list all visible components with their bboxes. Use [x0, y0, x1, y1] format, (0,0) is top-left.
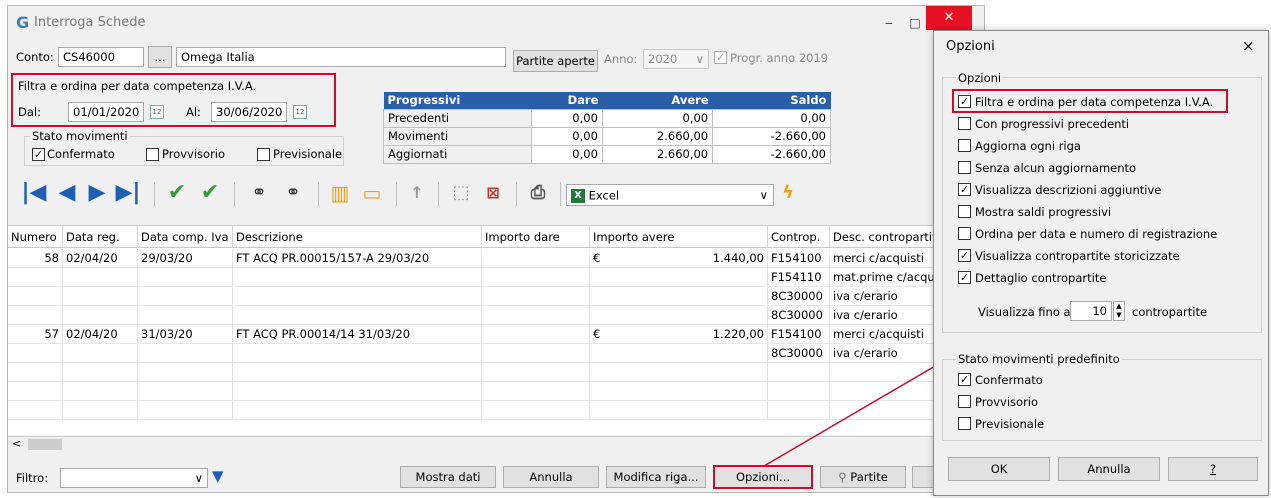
option-item[interactable]: ✓ Visualizza descrizioni aggiuntive [958, 183, 1248, 205]
option-item[interactable]: Con progressivi precedenti [958, 117, 1248, 139]
stato-predefinito-item[interactable]: Provvisorio [958, 395, 1158, 417]
visualizza-fino-suffix: contropartite [1132, 305, 1208, 319]
stato-checkbox[interactable] [958, 417, 971, 430]
stato-checkbox[interactable] [958, 395, 971, 408]
option-checkbox[interactable]: ✓ [958, 95, 971, 108]
option-label: Con progressivi precedenti [975, 117, 1130, 131]
option-checkbox[interactable] [958, 161, 971, 174]
option-label: Senza alcun aggiornamento [975, 161, 1137, 175]
option-item[interactable]: Senza alcun aggiornamento [958, 161, 1248, 183]
options-dialog-title: Opzioni [946, 39, 995, 54]
visualizza-fino-label: Visualizza fino a [978, 305, 1071, 319]
option-item[interactable]: ✓ Dettaglio contropartite [958, 271, 1248, 293]
stato-checkbox[interactable]: ✓ [958, 373, 971, 386]
option-item[interactable]: Aggiorna ogni riga [958, 139, 1248, 161]
ok-button[interactable]: OK [948, 457, 1050, 481]
option-checkbox[interactable]: ✓ [958, 271, 971, 284]
callout-line-segment [763, 361, 943, 467]
option-checkbox[interactable]: ✓ [958, 249, 971, 262]
contropartite-count-input[interactable]: 10 [1070, 301, 1112, 321]
stato-predefinito-title: Stato movimenti predefinito [956, 352, 1122, 366]
annulla-button[interactable]: Annulla [1058, 457, 1160, 481]
option-item[interactable]: Mostra saldi progressivi [958, 205, 1248, 227]
option-checkbox[interactable] [958, 205, 971, 218]
options-group-title: Opzioni [956, 71, 1004, 85]
close-icon[interactable]: × [1242, 37, 1255, 55]
option-item[interactable]: Ordina per data e numero di registrazion… [958, 227, 1248, 249]
stato-predefinito-item[interactable]: Previsionale [958, 417, 1158, 439]
option-label: Visualizza contropartite storicizzate [975, 249, 1180, 263]
option-checkbox[interactable]: ✓ [958, 183, 971, 196]
option-checkbox[interactable] [958, 117, 971, 130]
option-label: Mostra saldi progressivi [975, 205, 1112, 219]
option-label: Visualizza descrizioni aggiuntive [975, 183, 1162, 197]
option-label: Ordina per data e numero di registrazion… [975, 227, 1218, 241]
stato-label: Previsionale [975, 417, 1045, 431]
stato-predefinito-item[interactable]: ✓ Confermato [958, 373, 1158, 395]
option-label: Dettaglio contropartite [975, 271, 1107, 285]
option-item[interactable]: ✓ Visualizza contropartite storicizzate [958, 249, 1248, 271]
count-stepper[interactable]: ▲ ▼ [1113, 301, 1125, 321]
option-label: Aggiorna ogni riga [975, 139, 1081, 153]
option-item[interactable]: ✓ Filtra e ordina per data competenza I.V… [958, 95, 1248, 117]
options-dialog: Opzioni × Opzioni ✓ Filtra e ordina per d… [933, 30, 1269, 496]
option-checkbox[interactable] [958, 139, 971, 152]
option-label: Filtra e ordina per data competenza I.V.… [975, 95, 1214, 109]
stato-label: Confermato [975, 373, 1043, 387]
help-button[interactable]: ? [1168, 457, 1258, 481]
option-checkbox[interactable] [958, 227, 971, 240]
stato-label: Provvisorio [975, 395, 1039, 409]
